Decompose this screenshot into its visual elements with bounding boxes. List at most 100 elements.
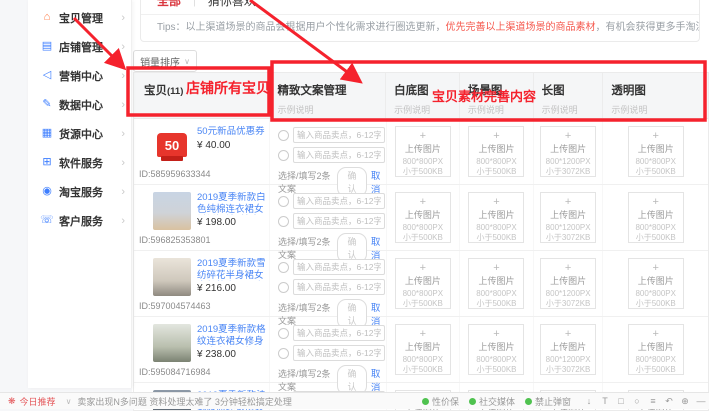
tool-icon-3[interactable]: ○ <box>629 396 645 406</box>
upload-cell-长图: + 上传图片 800*1200PX 小于3072KB <box>533 119 603 184</box>
selling-point-input-1[interactable] <box>293 325 385 341</box>
tool-icon-0[interactable]: ↓ <box>581 396 597 406</box>
upload-image-button[interactable]: + 上传图片 800*800PX 小于500KB <box>628 126 684 177</box>
product-image[interactable] <box>153 258 191 296</box>
bottombar-item-1[interactable]: 社交媒体 <box>469 395 515 408</box>
upload-label: 上传图片 <box>469 340 523 353</box>
tool-icon-6[interactable]: ⊕ <box>677 396 693 407</box>
upload-image-button[interactable]: + 上传图片 800*1200PX 小于3072KB <box>540 258 596 309</box>
upload-label: 上传图片 <box>541 274 595 287</box>
sidebar-item-2[interactable]: ◁营销中心› <box>28 61 131 90</box>
upload-image-button[interactable]: + 上传图片 800*800PX 小于500KB <box>628 324 684 375</box>
example-link[interactable]: 示例说明 <box>542 103 603 116</box>
product-title-link[interactable]: 2019夏季新款雪纺碎花半身裙女中长款高腰显瘦白 <box>197 258 267 281</box>
upload-image-button[interactable]: + 上传图片 800*1200PX 小于3072KB <box>540 126 596 177</box>
tab-guess-you-like[interactable]: 猜你喜欢 <box>208 0 256 9</box>
upload-label: 上传图片 <box>629 340 683 353</box>
selling-point-input-2[interactable] <box>293 147 385 163</box>
tool-icon-7[interactable]: — <box>693 396 709 406</box>
tips-banner: Tips：以上渠道场景的商品会根据用户个性化需求进行圈选更新，优先完善以上渠道场… <box>141 15 699 35</box>
upload-size-spec: 800*800PX <box>396 355 450 365</box>
box-icon: ⌂ <box>40 12 54 23</box>
sort-dropdown[interactable]: 销量排序 ∨ <box>133 50 197 72</box>
upload-label: 上传图片 <box>469 208 523 221</box>
checkbox[interactable] <box>278 130 289 141</box>
selling-point-input-1[interactable] <box>293 259 385 275</box>
example-link[interactable]: 示例说明 <box>394 103 459 116</box>
chevron-right-icon: › <box>121 157 125 169</box>
toolbar-icons: ↓T□○≡↶⊕— <box>581 396 709 407</box>
product-image-coupon[interactable]: 50 <box>153 126 191 164</box>
bottombar-item-0[interactable]: 性价保 <box>422 395 459 408</box>
sidebar-item-1[interactable]: ▤店铺管理› <box>28 32 131 61</box>
tab-all[interactable]: 全部 <box>157 0 181 9</box>
selling-point-input-2[interactable] <box>293 279 385 295</box>
upload-image-button[interactable]: + 上传图片 800*800PX 小于500KB <box>628 192 684 243</box>
sidebar-item-5[interactable]: ⊞软件服务› <box>28 148 131 177</box>
bottom-bar: ❋ 今日推荐 ∨ 卖家出现N多问题 资料处理太难了 3分钟轻松搞定处理 性价保社… <box>0 392 709 409</box>
upload-image-button[interactable]: + 上传图片 800*800PX 小于500KB <box>395 126 451 177</box>
promo-label[interactable]: 今日推荐 <box>20 395 56 408</box>
tool-icon-1[interactable]: T <box>597 396 613 406</box>
ad-text[interactable]: 卖家出现N多问题 资料处理太难了 3分钟轻松搞定处理 <box>77 395 292 408</box>
upload-image-button[interactable]: + 上传图片 800*800PX 小于500KB <box>468 192 524 243</box>
checkbox[interactable] <box>278 348 289 359</box>
product-title-link[interactable]: 50元新品优惠券 <box>197 126 267 138</box>
checkbox[interactable] <box>278 196 289 207</box>
plus-icon: + <box>396 329 450 339</box>
sidebar-item-7[interactable]: ☏客户服务› <box>28 206 131 235</box>
upload-image-button[interactable]: + 上传图片 800*800PX 小于500KB <box>468 324 524 375</box>
upload-image-button[interactable]: + 上传图片 800*800PX 小于500KB <box>468 258 524 309</box>
sidebar-item-3[interactable]: ✎数据中心› <box>28 90 131 119</box>
checkbox[interactable] <box>278 328 289 339</box>
column-label: 透明图 <box>611 85 646 97</box>
upload-image-button[interactable]: + 上传图片 800*800PX 小于500KB <box>628 258 684 309</box>
copywriting-cell: 选择/填写2条文案 确认 取消 <box>269 119 386 184</box>
product-image[interactable] <box>153 324 191 362</box>
example-link[interactable]: 示例说明 <box>468 103 533 116</box>
upload-limit-spec: 小于3072KB <box>541 365 595 375</box>
tips-text-1: Tips：以上渠道场景的商品会根据用户个性化需求进行圈选更新， <box>157 22 446 33</box>
upload-cell-场景图: + 上传图片 800*800PX 小于500KB <box>459 119 533 184</box>
plus-icon: + <box>396 197 450 207</box>
checkbox[interactable] <box>278 282 289 293</box>
upload-cell-透明图: + 上传图片 800*800PX 小于500KB <box>602 251 708 316</box>
sidebar-item-4[interactable]: ▦货源中心› <box>28 119 131 148</box>
selling-point-input-2[interactable] <box>293 345 385 361</box>
upload-size-spec: 800*800PX <box>469 355 523 365</box>
sidebar-item-label: 店铺管理 <box>59 39 121 55</box>
upload-image-button[interactable]: + 上传图片 800*800PX 小于500KB <box>395 258 451 309</box>
product-price: ¥ 198.00 <box>197 217 267 228</box>
selling-point-input-1[interactable] <box>293 127 385 143</box>
megaphone-icon: ◁ <box>40 70 54 81</box>
selling-point-input-1[interactable] <box>293 193 385 209</box>
upload-label: 上传图片 <box>396 340 450 353</box>
upload-image-button[interactable]: + 上传图片 800*1200PX 小于3072KB <box>540 192 596 243</box>
checkbox[interactable] <box>278 150 289 161</box>
product-title-link[interactable]: 2019夏季新款格纹连衣裙女修身显瘦小众网红 <box>197 324 267 347</box>
upload-label: 上传图片 <box>629 274 683 287</box>
checkbox[interactable] <box>278 216 289 227</box>
upload-image-button[interactable]: + 上传图片 800*800PX 小于500KB <box>468 126 524 177</box>
selling-point-input-2[interactable] <box>293 213 385 229</box>
apps-icon: ⊞ <box>40 157 54 168</box>
example-link[interactable]: 示例说明 <box>611 103 708 116</box>
bottombar-item-2[interactable]: 禁止弹窗 <box>525 395 571 408</box>
tool-icon-5[interactable]: ↶ <box>661 396 677 407</box>
upload-image-button[interactable]: + 上传图片 800*800PX 小于500KB <box>395 324 451 375</box>
sidebar-item-0[interactable]: ⌂宝贝管理› <box>28 3 131 32</box>
sidebar-item-6[interactable]: ◉淘宝服务› <box>28 177 131 206</box>
upload-image-button[interactable]: + 上传图片 800*1200PX 小于3072KB <box>540 324 596 375</box>
checkbox[interactable] <box>278 262 289 273</box>
table-row: 2019夏季新款雪纺碎花半身裙女中长款高腰显瘦白 ¥ 216.00 ID:597… <box>134 251 708 317</box>
plus-icon: + <box>469 131 523 141</box>
tool-icon-2[interactable]: □ <box>613 396 629 406</box>
product-title-link[interactable]: 2019夏季新款白色纯棉连衣裙女衬衫短袖T恤中长款 <box>197 192 267 215</box>
product-image[interactable] <box>153 192 191 230</box>
tool-icon-4[interactable]: ≡ <box>645 396 661 406</box>
chevron-right-icon: › <box>121 41 125 53</box>
upload-size-spec: 800*800PX <box>469 223 523 233</box>
plus-icon: + <box>469 197 523 207</box>
upload-image-button[interactable]: + 上传图片 800*800PX 小于500KB <box>395 192 451 243</box>
example-link[interactable]: 示例说明 <box>278 103 386 116</box>
